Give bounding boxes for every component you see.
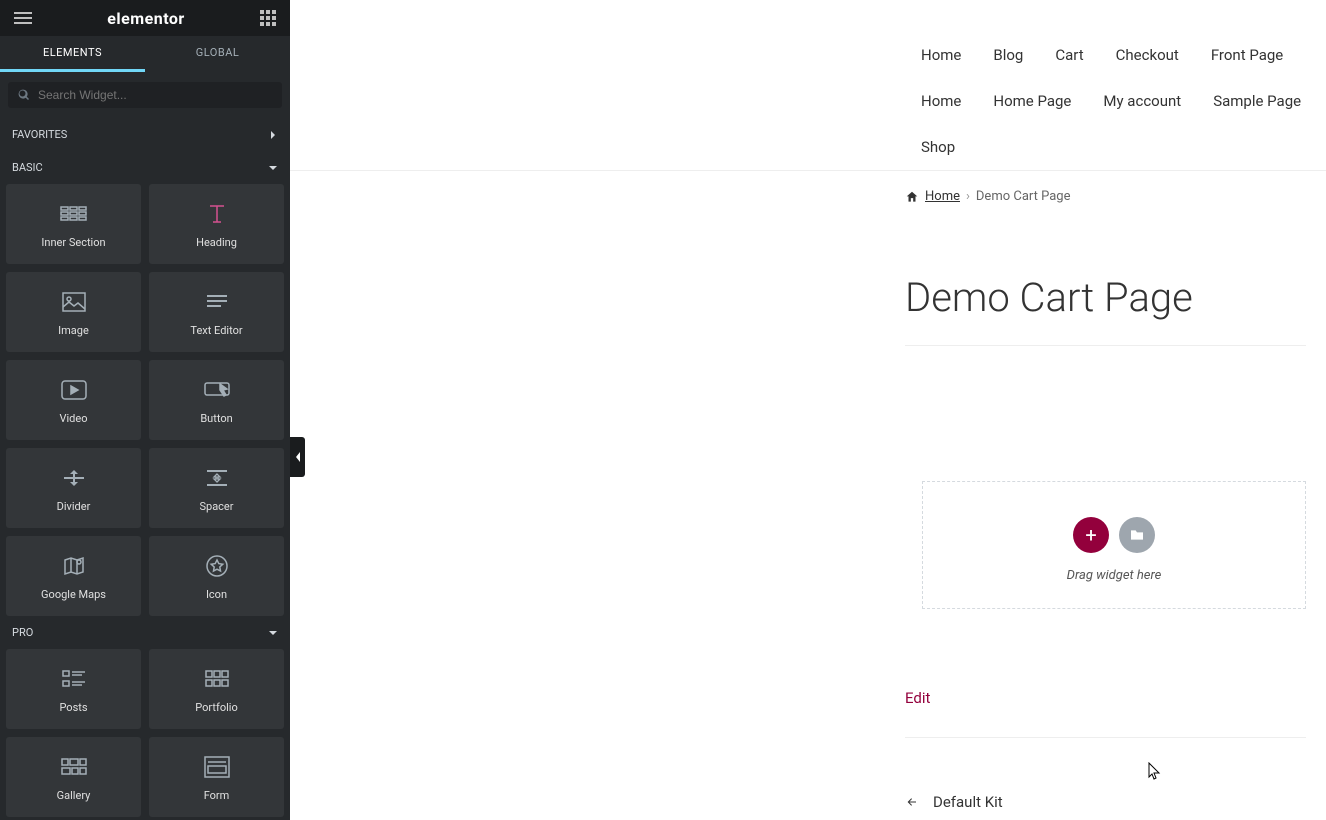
nav-link[interactable]: Home (905, 78, 977, 124)
chevron-down-icon (268, 628, 278, 638)
widget-label: Gallery (57, 789, 91, 802)
widget-divider[interactable]: Divider (6, 448, 141, 528)
nav-link[interactable]: Home (905, 32, 977, 78)
plus-icon: + (1085, 523, 1096, 547)
widget-label: Image (58, 324, 89, 337)
heading-icon (203, 200, 231, 228)
nav-link[interactable]: Sample Page (1197, 78, 1317, 124)
search-wrap (0, 72, 290, 118)
home-icon (905, 190, 919, 204)
nav-link[interactable]: Checkout (1100, 32, 1195, 78)
widget-button[interactable]: Button (149, 360, 284, 440)
widget-posts[interactable]: Posts (6, 649, 141, 729)
widget-label: Google Maps (41, 588, 106, 601)
widget-label: Button (200, 412, 232, 425)
chevron-right-icon (268, 130, 278, 140)
nav-link[interactable]: Home Page (977, 78, 1087, 124)
widget-portfolio[interactable]: Portfolio (149, 649, 284, 729)
text-editor-icon (203, 288, 231, 316)
edit-link[interactable]: Edit (290, 609, 1326, 737)
google-maps-icon (60, 552, 88, 580)
widget-label: Spacer (199, 500, 233, 513)
section-favorites[interactable]: FAVORITES (0, 118, 290, 151)
canvas: HomeBlogCartCheckoutFront PageHomeHome P… (290, 0, 1326, 820)
menu-icon[interactable] (14, 9, 32, 27)
elementor-sidebar: elementor ELEMENTS GLOBAL FAVORITES BASI… (0, 0, 290, 820)
nav-link[interactable]: Front Page (1195, 32, 1299, 78)
breadcrumb-home-label: Home (925, 189, 960, 204)
sidebar-tabs: ELEMENTS GLOBAL (0, 36, 290, 72)
search-box[interactable] (8, 82, 282, 108)
icon-icon (203, 552, 231, 580)
folder-icon (1129, 527, 1145, 543)
pro-widgets-grid: Posts Portfolio Gallery Form (0, 649, 290, 817)
section-basic[interactable]: BASIC (0, 151, 290, 184)
posts-icon (60, 665, 88, 693)
widget-label: Text Editor (190, 324, 242, 337)
spacer-icon (203, 464, 231, 492)
previous-link[interactable]: Default Kit (290, 738, 1326, 811)
title-divider (905, 345, 1306, 346)
breadcrumb: Home › Demo Cart Page (290, 171, 1326, 204)
widget-text-editor[interactable]: Text Editor (149, 272, 284, 352)
apps-icon[interactable] (260, 10, 276, 26)
widget-label: Heading (196, 236, 237, 249)
widget-inner-section[interactable]: Inner Section (6, 184, 141, 264)
portfolio-icon (203, 665, 231, 693)
previous-link-label: Default Kit (933, 793, 1003, 811)
sidebar-header: elementor (0, 0, 290, 36)
section-pro[interactable]: PRO (0, 616, 290, 649)
arrow-left-icon (905, 796, 919, 808)
chevron-down-icon (268, 163, 278, 173)
template-library-button[interactable] (1119, 517, 1155, 553)
video-icon (60, 376, 88, 404)
drop-hint: Drag widget here (923, 568, 1305, 583)
widget-label: Video (60, 412, 88, 425)
chevron-left-icon (294, 451, 302, 463)
widget-icon[interactable]: Icon (149, 536, 284, 616)
brand-logo: elementor (107, 9, 185, 28)
divider-icon (60, 464, 88, 492)
nav-link[interactable]: Blog (977, 32, 1039, 78)
collapse-sidebar-button[interactable] (290, 437, 305, 477)
inner-section-icon (60, 200, 88, 228)
form-icon (203, 753, 231, 781)
widget-gallery[interactable]: Gallery (6, 737, 141, 817)
tab-elements[interactable]: ELEMENTS (0, 36, 145, 72)
breadcrumb-current: Demo Cart Page (976, 189, 1071, 204)
widget-video[interactable]: Video (6, 360, 141, 440)
widget-google-maps[interactable]: Google Maps (6, 536, 141, 616)
section-label: FAVORITES (12, 128, 67, 141)
tab-global[interactable]: GLOBAL (145, 36, 290, 72)
widget-label: Posts (59, 701, 87, 714)
search-input[interactable] (38, 88, 272, 102)
widget-image[interactable]: Image (6, 272, 141, 352)
drop-zone-buttons: + (923, 517, 1305, 553)
widget-label: Form (204, 789, 230, 802)
widget-heading[interactable]: Heading (149, 184, 284, 264)
add-section-button[interactable]: + (1073, 517, 1109, 553)
image-icon (60, 288, 88, 316)
breadcrumb-separator: › (966, 189, 970, 204)
gallery-icon (60, 753, 88, 781)
widget-label: Portfolio (195, 701, 237, 714)
button-icon (203, 376, 231, 404)
widget-spacer[interactable]: Spacer (149, 448, 284, 528)
widget-label: Divider (57, 500, 91, 513)
nav-link[interactable]: Cart (1039, 32, 1099, 78)
basic-widgets-grid: Inner Section Heading Image Text Editor Vide… (0, 184, 290, 616)
search-icon (18, 89, 30, 101)
drop-zone[interactable]: + Drag widget here (922, 481, 1306, 609)
section-label: BASIC (12, 161, 43, 174)
widget-label: Icon (206, 588, 227, 601)
widget-label: Inner Section (41, 236, 105, 249)
site-nav: HomeBlogCartCheckoutFront Page HomeHome P… (290, 0, 1326, 171)
nav-link[interactable]: Shop (905, 124, 971, 170)
nav-link[interactable]: My account (1087, 78, 1197, 124)
widget-form[interactable]: Form (149, 737, 284, 817)
section-label: PRO (12, 626, 33, 639)
breadcrumb-home[interactable]: Home (905, 189, 960, 204)
page-title: Demo Cart Page (290, 204, 1326, 345)
